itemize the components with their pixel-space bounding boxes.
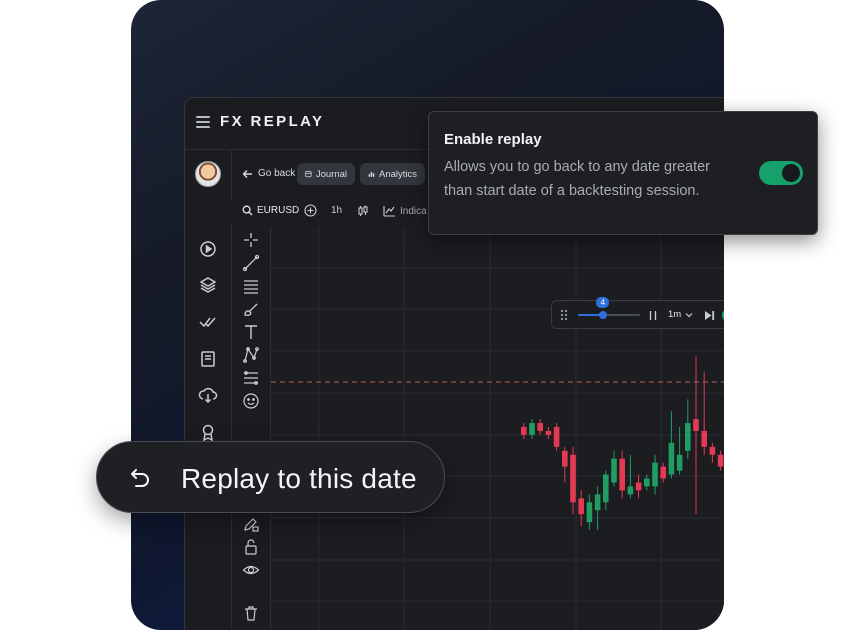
analytics-label: Analytics [378, 168, 417, 180]
play-icon[interactable] [198, 239, 218, 259]
candle-body [693, 419, 699, 431]
candle-body [635, 482, 642, 491]
trend-line-icon[interactable] [242, 254, 260, 272]
layers-icon[interactable] [198, 275, 218, 295]
candle-body [553, 427, 560, 447]
candle-body [619, 458, 625, 491]
candle-body [709, 446, 716, 455]
replay-controls: 4 1m [551, 297, 724, 329]
brush-icon[interactable] [242, 300, 260, 318]
pause-icon[interactable] [648, 310, 658, 321]
interval-label: 1m [668, 309, 682, 320]
speed-slider[interactable]: 4 [578, 297, 640, 319]
candle-body [603, 474, 609, 503]
candle-type-button[interactable] [357, 205, 369, 217]
arrow-left-icon [242, 169, 252, 178]
book-icon[interactable] [198, 349, 218, 369]
toggle-knob [782, 164, 800, 182]
replay-status-dot [722, 308, 724, 322]
speed-badge: 4 [596, 297, 610, 308]
enable-replay-toggle[interactable] [759, 161, 803, 185]
candle-body [717, 454, 724, 467]
avatar[interactable] [195, 161, 221, 187]
search-icon [242, 205, 253, 216]
step-forward-icon[interactable] [704, 310, 715, 321]
analytics-button[interactable]: Analytics [360, 163, 425, 185]
candle-body [545, 430, 552, 435]
symbol-label: EURUSD [257, 205, 300, 216]
candle-body [594, 494, 601, 511]
crosshair-icon[interactable] [242, 231, 260, 249]
timeframe-button[interactable]: 1h [331, 205, 342, 216]
candle-body [611, 458, 617, 483]
eye-icon[interactable] [242, 561, 260, 579]
text-icon[interactable] [242, 323, 260, 341]
candle-body [521, 427, 527, 435]
indicators-icon [383, 206, 395, 217]
chart-canvas [271, 226, 724, 630]
pattern-icon[interactable] [242, 346, 260, 364]
bar-chart-icon [368, 171, 375, 177]
candle-body [685, 423, 691, 451]
journal-button[interactable]: Journal [297, 163, 355, 185]
candle-body [562, 450, 568, 467]
undo-arrow-icon [131, 469, 149, 487]
pencil-lock-icon[interactable] [242, 515, 260, 533]
horizontal-lines-icon[interactable] [242, 277, 260, 295]
go-back-button[interactable]: Go back [242, 168, 295, 179]
candle-body [644, 478, 650, 487]
drawing-toolbar [232, 226, 271, 630]
hero-card: FX REPLAY Go back Journal Analytics EURU… [131, 0, 724, 630]
speed-slider-thumb[interactable] [598, 311, 607, 319]
add-symbol-button[interactable] [304, 204, 317, 217]
app-logo: FX REPLAY [220, 113, 325, 130]
indicators-button[interactable]: Indica [383, 205, 427, 217]
price-chart[interactable] [271, 226, 724, 630]
candle-body [570, 454, 576, 503]
emoji-icon[interactable] [242, 392, 260, 410]
candle-body [537, 423, 543, 431]
enable-replay-title: Enable replay [444, 131, 542, 148]
enable-replay-panel: Enable replay Allows you to go back to a… [428, 111, 818, 235]
candle-body [652, 462, 658, 487]
candle-body [529, 423, 535, 435]
candle-body [701, 430, 707, 447]
lock-icon[interactable] [242, 538, 260, 556]
candle-body [627, 486, 634, 495]
enable-replay-description: Allows you to go back to any date greate… [444, 159, 710, 199]
journal-label: Journal [315, 168, 347, 180]
interval-select[interactable]: 1m [668, 309, 693, 320]
candle-body [676, 454, 683, 471]
plus-circle-icon [304, 204, 317, 217]
candle-body [586, 502, 593, 523]
drag-handle-icon[interactable] [560, 309, 568, 321]
candles-icon [358, 205, 368, 216]
candle-body [660, 466, 666, 479]
replay-to-date-label: Replay to this date [181, 463, 417, 494]
hamburger-icon[interactable] [196, 116, 210, 128]
cloud-download-icon[interactable] [198, 385, 218, 405]
trash-icon[interactable] [242, 604, 260, 622]
candle-body [578, 498, 584, 515]
indicators-label: Indica [400, 205, 427, 217]
measure-icon[interactable] [242, 369, 260, 387]
candle-body [668, 442, 675, 475]
replay-to-date-button[interactable]: Replay to this date [96, 441, 445, 513]
chevron-down-icon [685, 312, 693, 317]
award-icon[interactable] [198, 422, 218, 442]
symbol-search[interactable]: EURUSD [242, 205, 299, 216]
checks-icon[interactable] [198, 312, 218, 332]
calendar-icon [305, 171, 312, 178]
go-back-label: Go back [258, 168, 296, 179]
